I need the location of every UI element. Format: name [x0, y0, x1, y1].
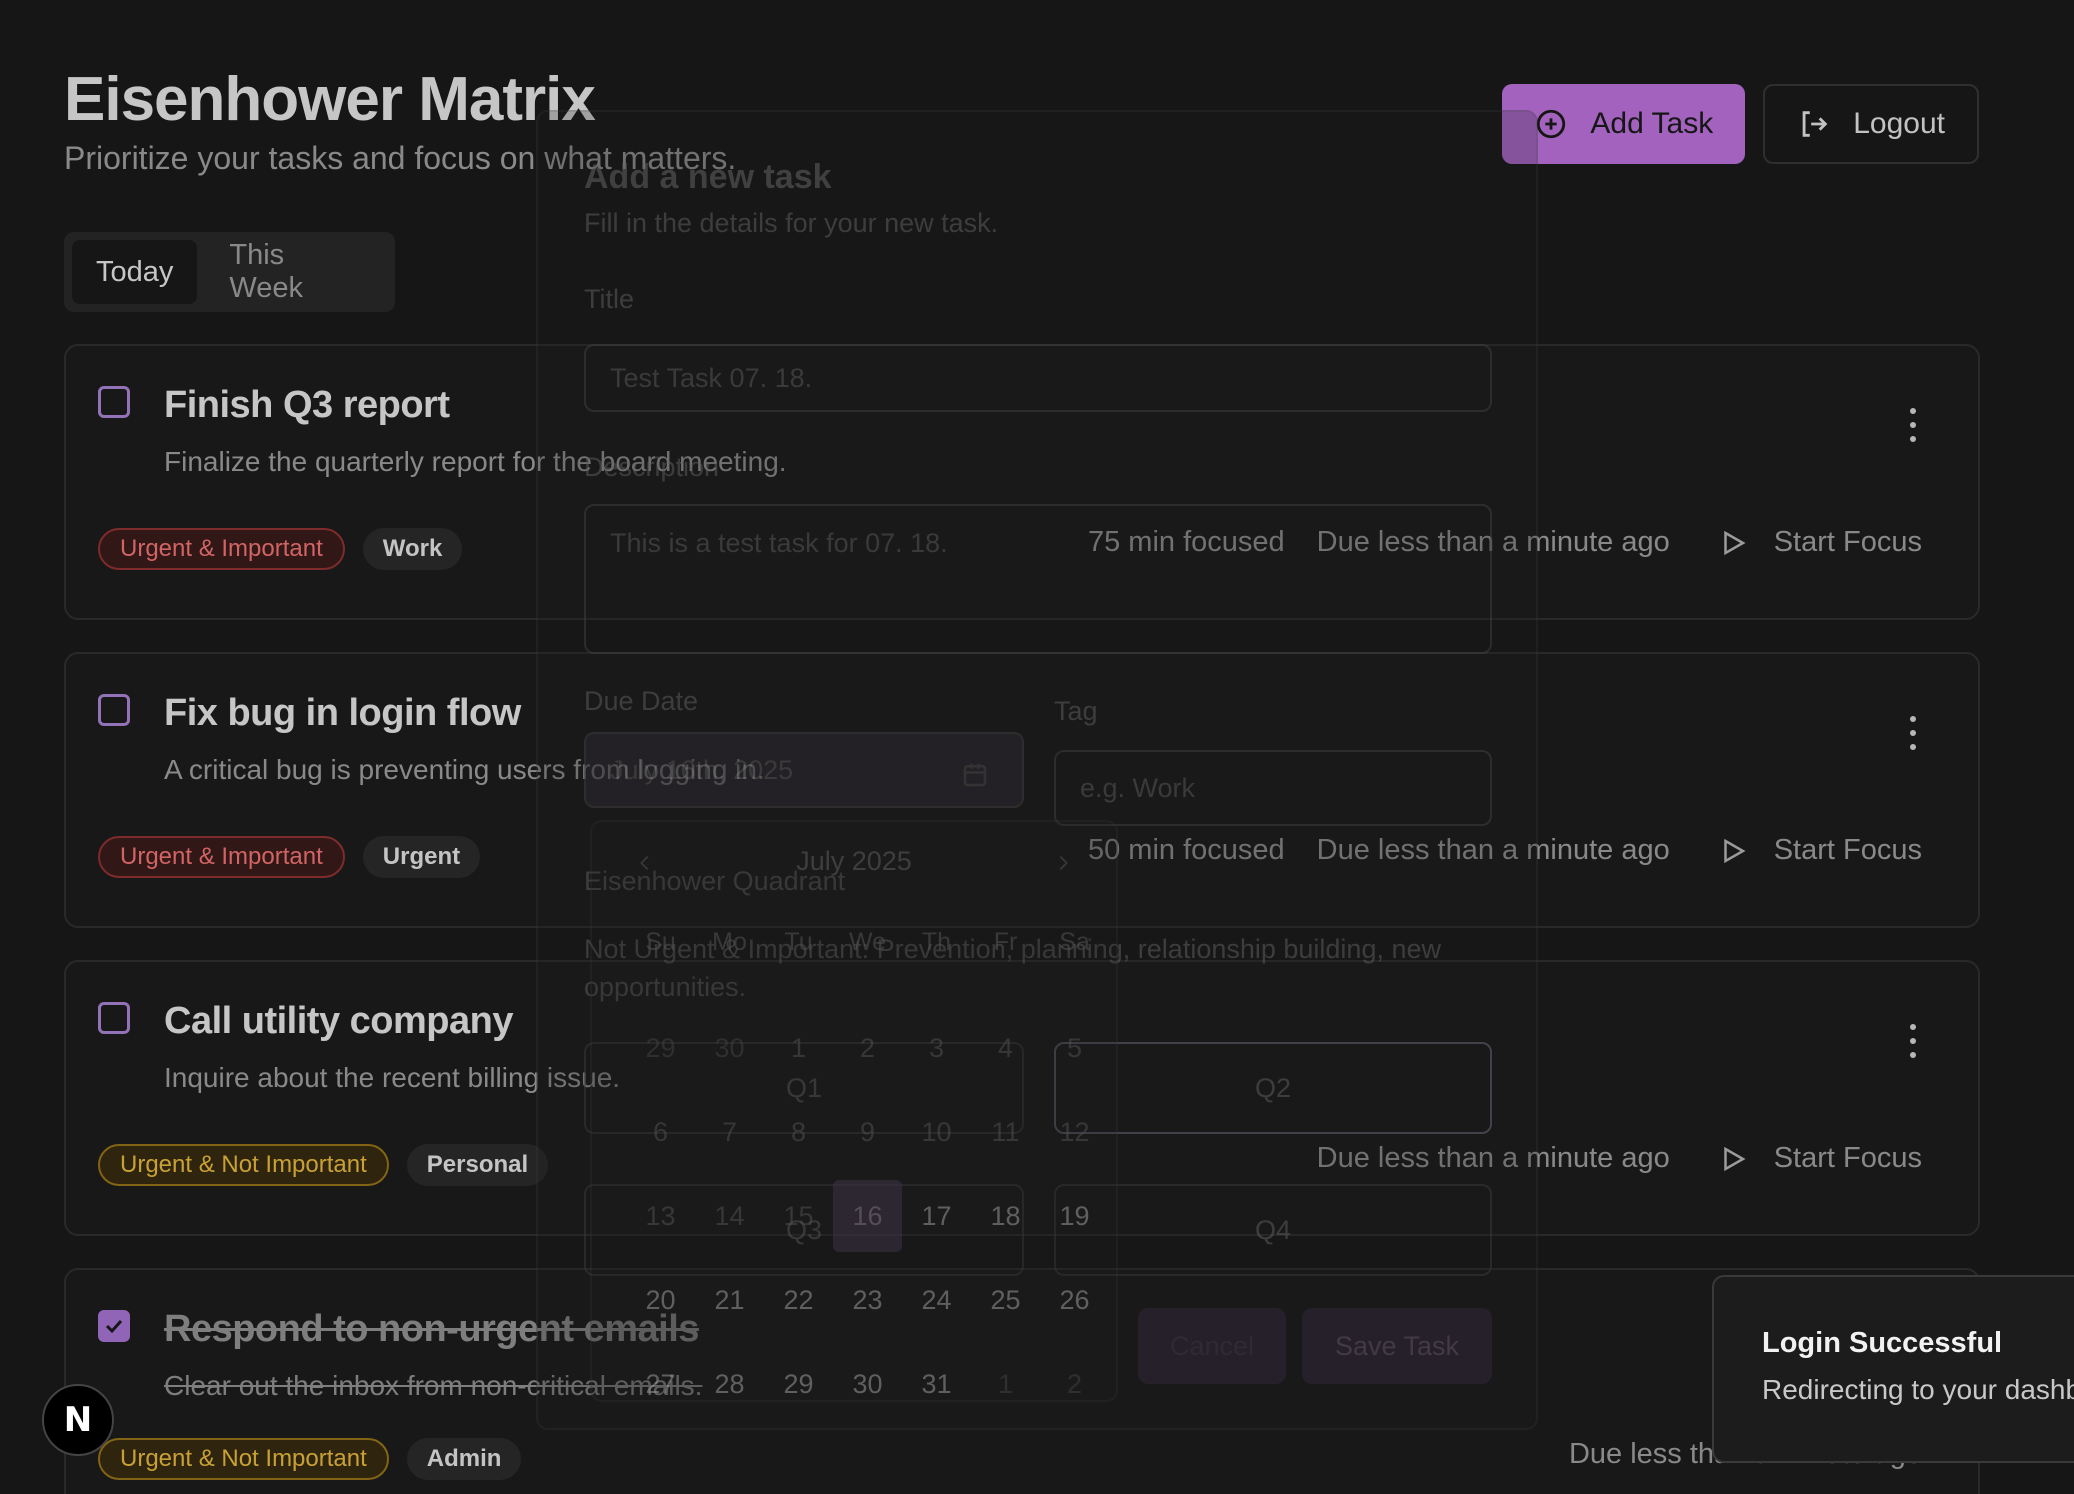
calendar-day[interactable]: 29: [764, 1342, 833, 1426]
nextjs-logo-icon: N: [63, 1400, 93, 1440]
calendar-day[interactable]: 5: [1040, 1006, 1109, 1090]
login-toast: Login Successful Redirecting to your das…: [1712, 1275, 2074, 1463]
calendar-day[interactable]: 31: [902, 1342, 971, 1426]
calendar-day[interactable]: 23: [833, 1258, 902, 1342]
calendar-day[interactable]: 2: [833, 1006, 902, 1090]
quadrant-q2-button[interactable]: Q2: [1054, 1042, 1492, 1134]
calendar-day[interactable]: 10: [902, 1090, 971, 1174]
calendar-day[interactable]: 3: [902, 1006, 971, 1090]
calendar-weekday: Mo: [712, 927, 747, 956]
calendar-day[interactable]: 7: [695, 1090, 764, 1174]
calendar-icon: [963, 763, 987, 787]
calendar-weekday: Su: [645, 927, 676, 956]
cancel-button[interactable]: Cancel: [1138, 1308, 1286, 1384]
save-task-button[interactable]: Save Task: [1302, 1308, 1492, 1384]
calendar-day[interactable]: 18: [971, 1174, 1040, 1258]
calendar-day[interactable]: 17: [902, 1174, 971, 1258]
calendar-day[interactable]: 4: [971, 1006, 1040, 1090]
calendar-day[interactable]: 24: [902, 1258, 971, 1342]
calendar-weekday: Tu: [784, 927, 813, 956]
calendar-day[interactable]: 2: [1040, 1342, 1109, 1426]
calendar-day[interactable]: 27: [626, 1342, 695, 1426]
chevron-right-icon[interactable]: [1052, 852, 1074, 874]
calendar-month: July 2025: [796, 846, 912, 876]
calendar-day[interactable]: 26: [1040, 1258, 1109, 1342]
toast-message: Redirecting to your dashboard...: [1762, 1374, 2074, 1405]
toast-title: Login Successful: [1762, 1327, 2003, 1359]
calendar-day[interactable]: 29: [626, 1006, 695, 1090]
title-label: Title: [584, 284, 635, 314]
calendar-day[interactable]: 28: [695, 1342, 764, 1426]
description-textarea[interactable]: This is a test task for 07. 18.: [584, 504, 1492, 654]
date-picker-calendar: July 2025 Su Mo Tu We Th Fr Sa 29 30 1 2 3 4 5 6 7 8 9 10 1…: [590, 820, 1118, 1402]
calendar-day[interactable]: 30: [833, 1342, 902, 1426]
title-input[interactable]: Test Task 07. 18.: [584, 344, 1492, 412]
calendar-day[interactable]: 16: [833, 1180, 902, 1252]
quadrant-q4-button[interactable]: Q4: [1054, 1184, 1492, 1276]
calendar-day[interactable]: 1: [971, 1342, 1040, 1426]
tag-label: Tag: [1054, 696, 1098, 726]
calendar-day[interactable]: 22: [764, 1258, 833, 1342]
calendar-day[interactable]: 15: [764, 1174, 833, 1258]
calendar-day[interactable]: 25: [971, 1258, 1040, 1342]
calendar-grid: Su Mo Tu We Th Fr Sa 29 30 1 2 3 4 5 6 7 8 9 10 11 12 13 14 15 1…: [626, 922, 1109, 1426]
calendar-day[interactable]: 19: [1040, 1174, 1109, 1258]
description-label: Description: [584, 452, 720, 482]
dialog-title: Add a new task: [584, 158, 832, 196]
calendar-day[interactable]: 21: [695, 1258, 764, 1342]
calendar-day[interactable]: 14: [695, 1174, 764, 1258]
calendar-day[interactable]: 6: [626, 1090, 695, 1174]
due-date-picker[interactable]: July 16th, 2025: [584, 732, 1024, 808]
calendar-day[interactable]: 8: [764, 1090, 833, 1174]
tag-input[interactable]: e.g. Work: [1054, 750, 1492, 826]
calendar-weekday: We: [848, 927, 887, 956]
nextjs-dev-badge[interactable]: N: [42, 1384, 114, 1456]
calendar-weekday: Th: [921, 927, 952, 956]
calendar-day[interactable]: 13: [626, 1174, 695, 1258]
due-date-label: Due Date: [584, 686, 699, 716]
calendar-weekday: Sa: [1059, 927, 1090, 956]
page: Eisenhower Matrix Prioritize your tasks …: [0, 0, 2074, 1494]
due-date-value: July 16th, 2025: [610, 754, 794, 785]
dialog-subtitle: Fill in the details for your new task.: [584, 208, 999, 238]
calendar-weekday: Fr: [993, 927, 1018, 956]
calendar-day[interactable]: 30: [695, 1006, 764, 1090]
calendar-day[interactable]: 12: [1040, 1090, 1109, 1174]
calendar-day[interactable]: 20: [626, 1258, 695, 1342]
calendar-day[interactable]: 9: [833, 1090, 902, 1174]
calendar-day[interactable]: 1: [764, 1006, 833, 1090]
calendar-day[interactable]: 11: [971, 1090, 1040, 1174]
